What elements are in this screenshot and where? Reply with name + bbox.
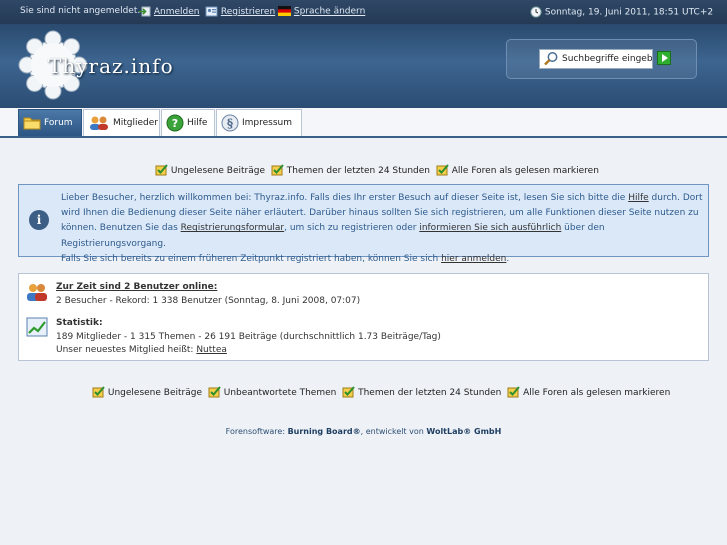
check-icon xyxy=(507,386,521,398)
tab-help-label: Hilfe xyxy=(187,118,208,128)
quicklink-bottom-last24[interactable]: Themen der letzten 24 Stunden xyxy=(342,386,504,398)
help-link[interactable]: Hilfe xyxy=(628,193,648,203)
welcome-line3: können. Benutzen Sie das xyxy=(61,223,181,234)
clock-icon xyxy=(530,6,542,18)
quicklink-last24[interactable]: Themen der letzten 24 Stunden xyxy=(271,164,433,176)
registration-info-link[interactable]: informieren Sie sich ausführlich xyxy=(419,223,561,233)
quicklink-bottom-unread-label[interactable]: Ungelesene Beiträge xyxy=(108,388,202,398)
welcome-line1: Lieber Besucher, herzlich willkommen bei… xyxy=(61,193,629,203)
forum-stats-box: Zur Zeit sind 2 Benutzer online: 2 Besuc… xyxy=(18,273,709,361)
newest-member-label: Unser neuestes Mitglied heißt: xyxy=(56,345,197,355)
check-icon xyxy=(155,164,168,176)
check-icon xyxy=(436,164,449,176)
quicklink-bottom-markall[interactable]: Alle Foren als gelesen markieren xyxy=(507,386,670,398)
paragraph-icon: § xyxy=(221,114,239,131)
site-logo[interactable]: Thyraz.info xyxy=(18,30,178,100)
welcome-info-box: i Lieber Besucher, herzlich willkommen b… xyxy=(18,184,709,264)
datetime: Sonntag, 19. Juni 2011, 18:51 UTC+2 xyxy=(530,6,713,18)
register-link[interactable]: Registrieren xyxy=(205,6,275,17)
quicklink-unread[interactable]: Ungelesene Beiträge xyxy=(155,164,268,176)
welcome-line1-end: durch. Dort xyxy=(648,193,703,203)
online-users-detail: 2 Besucher - Rekord: 1 338 Benutzer (Son… xyxy=(56,296,361,306)
users-online-icon xyxy=(27,284,47,301)
check-icon xyxy=(271,164,284,176)
login-here-link[interactable]: hier anmelden xyxy=(441,254,506,264)
tab-impressum[interactable]: § Impressum xyxy=(216,109,302,136)
german-flag-icon xyxy=(278,6,291,16)
login-icon xyxy=(139,6,151,17)
registration-form-link[interactable]: Registrierungsformular xyxy=(181,223,284,233)
quicklink-unread-label[interactable]: Ungelesene Beiträge xyxy=(171,166,265,176)
tab-members-label: Mitglieder xyxy=(113,118,158,128)
welcome-line4: Falls Sie sich bereits zu einem früheren… xyxy=(61,253,442,264)
datetime-text: Sonntag, 19. Juni 2011, 18:51 UTC+2 xyxy=(544,7,714,18)
statistics-heading: Statistik: xyxy=(56,318,103,328)
quicklink-last24-label[interactable]: Themen der letzten 24 Stunden xyxy=(287,166,430,176)
newest-member-link[interactable]: Nuttea xyxy=(196,345,227,355)
newest-member: Unser neuestes Mitglied heißt: Nuttea xyxy=(56,345,227,355)
help-icon: ? xyxy=(166,114,184,131)
quicklinks-bottom: Ungelesene Beiträge Unbeantwortete Theme… xyxy=(92,386,673,398)
language-link[interactable]: Sprache ändern xyxy=(278,6,365,17)
quicklink-bottom-last24-label[interactable]: Themen der letzten 24 Stunden xyxy=(358,388,501,398)
statistics-detail: 189 Mitglieder - 1 315 Themen - 26 191 B… xyxy=(56,332,441,342)
quicklink-markall[interactable]: Alle Foren als gelesen markieren xyxy=(436,164,599,176)
footer-credits: Forensoftware: Burning Board®, entwickel… xyxy=(0,427,727,436)
search-box: Suchbegriffe eingeben xyxy=(506,39,697,79)
svg-text:§: § xyxy=(227,116,233,130)
svg-text:?: ? xyxy=(172,117,178,130)
login-label[interactable]: Anmelden xyxy=(154,7,200,17)
check-icon xyxy=(208,386,221,398)
tab-members[interactable]: Mitglieder xyxy=(83,109,160,136)
footer-company[interactable]: WoltLab® GmbH xyxy=(426,427,501,436)
footer-middle: , entwickelt von xyxy=(360,427,427,436)
tab-impressum-label: Impressum xyxy=(242,118,293,128)
footer-prefix: Forensoftware: xyxy=(225,427,288,436)
tab-help[interactable]: ? Hilfe xyxy=(161,109,215,136)
tab-forum[interactable]: Forum xyxy=(18,109,82,136)
quicklink-markall-label[interactable]: Alle Foren als gelesen markieren xyxy=(452,166,599,176)
members-icon xyxy=(90,116,108,130)
register-icon xyxy=(205,6,218,17)
search-submit-button[interactable] xyxy=(657,51,671,65)
site-header: Thyraz.info Suchbegriffe eingeben xyxy=(0,24,727,108)
tab-forum-label: Forum xyxy=(44,118,73,128)
search-icon[interactable] xyxy=(543,51,559,67)
quicklinks-top: Ungelesene Beiträge Themen der letzten 2… xyxy=(155,164,602,176)
main-nav: Forum Mitglieder ? Hilfe § Impressum xyxy=(0,108,727,138)
welcome-line4-end: . xyxy=(506,253,510,264)
welcome-line2: wird Ihnen die Bedienung dieser Seite nä… xyxy=(61,208,699,219)
login-link[interactable]: Anmelden xyxy=(138,6,200,17)
top-bar: Sie sind nicht angemeldet. Anmelden Regi… xyxy=(0,0,727,24)
quicklink-bottom-unanswered-label[interactable]: Unbeantwortete Themen xyxy=(224,388,337,398)
register-label[interactable]: Registrieren xyxy=(221,7,275,17)
check-icon xyxy=(92,386,105,398)
footer-product[interactable]: Burning Board® xyxy=(288,427,361,436)
statistics-chart-icon xyxy=(26,317,48,337)
language-label[interactable]: Sprache ändern xyxy=(294,7,365,17)
check-icon xyxy=(342,386,355,398)
quicklink-bottom-unread[interactable]: Ungelesene Beiträge xyxy=(92,386,205,398)
welcome-text: Lieber Besucher, herzlich willkommen bei… xyxy=(61,191,703,267)
folder-icon xyxy=(23,117,41,129)
quicklink-bottom-unanswered[interactable]: Unbeantwortete Themen xyxy=(208,386,339,398)
info-icon: i xyxy=(29,210,49,230)
online-users-heading[interactable]: Zur Zeit sind 2 Benutzer online: xyxy=(56,282,217,292)
login-status-text: Sie sind nicht angemeldet. xyxy=(20,6,141,16)
quicklink-bottom-markall-label[interactable]: Alle Foren als gelesen markieren xyxy=(523,388,670,398)
logo-text: Thyraz.info xyxy=(48,54,174,78)
welcome-line3-mid: , um sich zu registrieren oder xyxy=(284,223,420,234)
